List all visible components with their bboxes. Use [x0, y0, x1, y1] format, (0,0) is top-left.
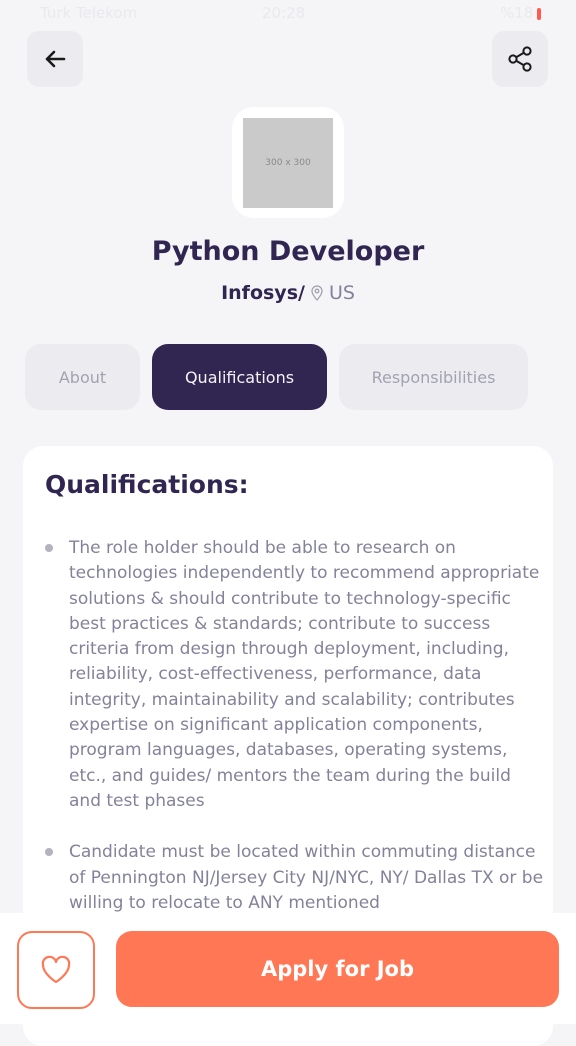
battery-icon: [537, 8, 541, 20]
heart-icon: [41, 955, 71, 984]
qualification-text: The role holder should be able to resear…: [69, 538, 540, 811]
qualifications-list: The role holder should be able to resear…: [23, 536, 553, 942]
apply-button[interactable]: Apply for Job: [116, 931, 559, 1007]
arrow-left-icon: [45, 50, 66, 68]
tab-qualifications-label: Qualifications: [184, 367, 295, 387]
tab-responsibilities-label: Responsibilities: [371, 367, 496, 387]
job-location: US: [328, 282, 355, 304]
bottom-action-bar: Apply for Job: [0, 913, 576, 1024]
list-item: The role holder should be able to resear…: [23, 536, 553, 814]
company-info: Infosys/ US: [0, 282, 576, 304]
bullet-icon: [45, 848, 53, 857]
tab-responsibilities[interactable]: Responsibilities: [339, 344, 528, 410]
company-name: Infosys/: [221, 282, 305, 304]
qualification-text: Candidate must be located within commuti…: [69, 842, 544, 913]
share-button[interactable]: [492, 31, 548, 87]
logo-placeholder-text: 300 x 300: [265, 157, 311, 168]
carrier-label: Turk Telekom: [40, 4, 138, 22]
location-pin-icon: [310, 285, 324, 301]
clock: 20:28: [262, 4, 306, 22]
bullet-icon: [45, 544, 53, 552]
job-title: Python Developer: [151, 236, 425, 267]
status-bar: Turk Telekom 20:28 %18: [0, 0, 576, 30]
company-logo: 300 x 300: [243, 117, 333, 208]
company-logo-frame: 300 x 300: [232, 107, 344, 218]
battery-label: %18: [500, 4, 534, 22]
share-icon: [508, 46, 532, 72]
list-item: Candidate must be located within commuti…: [23, 840, 553, 916]
tab-about-label: About: [58, 367, 107, 387]
tab-about[interactable]: About: [25, 344, 140, 410]
favorite-button[interactable]: [17, 931, 95, 1009]
qualifications-title: Qualifications:: [45, 470, 249, 499]
back-button[interactable]: [27, 31, 83, 87]
tab-qualifications[interactable]: Qualifications: [152, 344, 327, 410]
